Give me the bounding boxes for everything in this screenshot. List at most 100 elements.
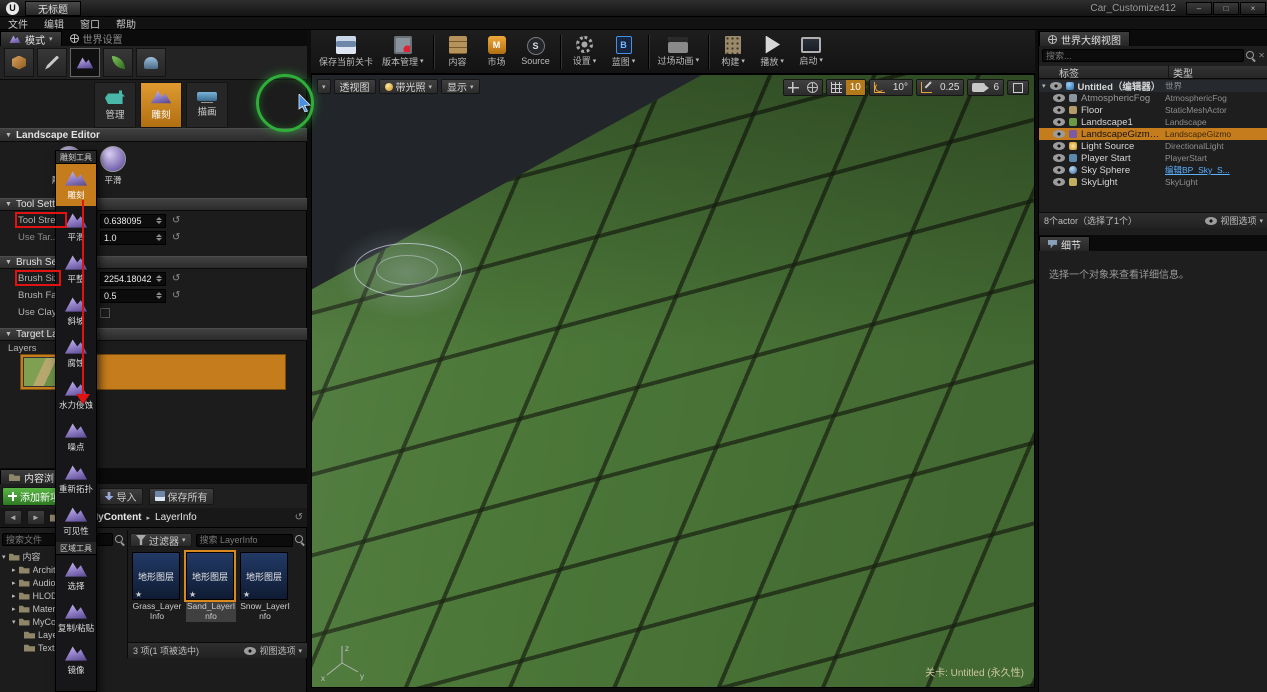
launch-button[interactable]: 启动 ▾ <box>796 36 826 67</box>
settings-button[interactable]: 设置 ▾ <box>570 36 600 67</box>
show-flags-button[interactable]: 显示 ▾ <box>441 79 480 94</box>
world-local-toggle[interactable] <box>802 80 822 95</box>
menu-edit[interactable]: 编辑 <box>36 16 72 31</box>
mode-place-button[interactable] <box>4 48 34 77</box>
landscape-ground[interactable] <box>312 75 1034 687</box>
brush-settings-header[interactable]: ▼ Brush Settings <box>0 256 307 269</box>
brush-size-input[interactable]: 2254.18042 <box>100 271 166 286</box>
visibility-eye-icon[interactable] <box>1049 82 1062 90</box>
minimize-button[interactable]: – <box>1186 1 1212 15</box>
back-button[interactable]: ◄ <box>4 510 22 525</box>
landscape-editor-header[interactable]: ▼ Landscape Editor <box>0 128 307 142</box>
visibility-eye-icon[interactable] <box>1053 106 1065 114</box>
tool-settings-header[interactable]: ▼ Tool Settings <box>0 198 307 211</box>
mode-foliage-button[interactable] <box>103 48 133 77</box>
visibility-eye-icon[interactable] <box>1053 130 1065 138</box>
breadcrumb-root[interactable]: MyContent <box>90 512 142 523</box>
visibility-eye-icon[interactable] <box>1053 166 1065 174</box>
asset-snow-layerinfo[interactable]: 地形图层 ★ Snow_LayerInfo <box>240 552 290 622</box>
tool-item-retopologize[interactable]: 重新拓扑 <box>56 458 96 500</box>
visibility-eye-icon[interactable] <box>1053 118 1065 126</box>
outliner-row[interactable]: Player Start PlayerStart <box>1039 152 1267 164</box>
expander-icon[interactable]: ▸ <box>12 566 16 574</box>
outliner-row[interactable]: Landscape1 Landscape <box>1039 116 1267 128</box>
menu-file[interactable]: 文件 <box>0 16 36 31</box>
expander-icon[interactable]: ▸ <box>12 605 16 613</box>
target-layers-header[interactable]: ▼ Target Layers <box>0 328 307 341</box>
landscape-paint-button[interactable]: 描画 <box>186 82 228 128</box>
mode-landscape-button[interactable] <box>70 48 100 77</box>
level-viewport[interactable]: ▾ 透视图 带光照 ▾ 显示 ▾ 10 10° 0.25 6 z x y 关卡:… <box>311 74 1035 688</box>
expander-icon[interactable]: ▸ <box>12 592 16 600</box>
save-level-button[interactable]: 保存当前关卡 <box>319 35 373 68</box>
forward-button[interactable]: ► <box>26 510 45 525</box>
scale-snap-toggle[interactable] <box>916 80 936 95</box>
reset-to-default-icon[interactable]: ↺ <box>172 273 180 284</box>
reset-to-default-icon[interactable]: ↺ <box>172 290 180 301</box>
tab-world-outliner[interactable]: 世界大纲视图 <box>1039 31 1130 47</box>
blueprints-button[interactable]: B 蓝图 ▾ <box>609 35 639 68</box>
save-all-button[interactable]: 保存所有 <box>148 487 214 505</box>
reset-to-default-icon[interactable]: ↺ <box>172 232 180 243</box>
path-options-icon[interactable]: ↺ <box>295 512 303 523</box>
expander-icon[interactable]: ▾ <box>1042 82 1046 90</box>
content-view-options-button[interactable]: 视图选项 ▾ <box>244 644 302 657</box>
asset-grass-layerinfo[interactable]: 地形图层 ★ Grass_LayerInfo <box>132 552 182 622</box>
asset-search-input[interactable] <box>195 533 293 547</box>
tab-world-settings[interactable]: 世界设置 <box>62 31 131 46</box>
outliner-row-world[interactable]: ▾ Untitled（编辑器） 世界 <box>1039 80 1267 93</box>
tool-item-ramp[interactable]: 斜坡 <box>56 290 96 332</box>
tool-strength-input[interactable]: 0.638095 <box>100 213 166 228</box>
close-button[interactable]: × <box>1240 1 1266 15</box>
outliner-row-selected[interactable]: LandscapeGizmoActiveActor LandscapeGizmo <box>1039 128 1267 140</box>
actor-type-edit-link[interactable]: 编辑BP_Sky_S... <box>1165 164 1265 176</box>
outliner-row[interactable]: Light Source DirectionalLight <box>1039 140 1267 152</box>
viewport-options-button[interactable]: ▾ <box>317 79 331 94</box>
smooth-tool-button[interactable]: 平滑 <box>100 146 126 186</box>
rotation-snap-toggle[interactable] <box>869 80 889 95</box>
visibility-eye-icon[interactable] <box>1053 154 1065 162</box>
use-clay-checkbox[interactable] <box>100 307 110 318</box>
move-tool-button[interactable] <box>783 80 803 95</box>
clear-search-icon[interactable]: ✕ <box>1258 51 1265 60</box>
rotation-snap-value[interactable]: 10° <box>888 80 912 95</box>
marketplace-button[interactable]: M 市场 <box>482 35 512 68</box>
play-button[interactable]: 播放 ▾ <box>757 35 787 68</box>
outliner-row[interactable]: Sky Sphere 编辑BP_Sky_S... <box>1039 164 1267 176</box>
tool-item-mirror[interactable]: 镜像 <box>56 639 96 681</box>
content-button[interactable]: 内容 <box>443 35 473 68</box>
tool-item-erosion[interactable]: 腐蚀 <box>56 332 96 374</box>
spinner-arrows-icon[interactable] <box>153 217 162 224</box>
outliner-view-options-button[interactable]: 视图选项 ▾ <box>1205 214 1263 227</box>
target-value-input[interactable]: 1.0 <box>100 230 166 245</box>
grid-snap-toggle[interactable] <box>826 80 846 95</box>
scale-snap-value[interactable]: 0.25 <box>935 80 964 95</box>
breadcrumb-current[interactable]: LayerInfo <box>155 512 197 523</box>
mode-geometry-button[interactable] <box>136 48 166 77</box>
import-button[interactable]: 导入 <box>98 487 143 505</box>
outliner-row[interactable]: Floor StaticMeshActor <box>1039 104 1267 116</box>
landscape-manage-button[interactable]: 管理 <box>94 82 136 128</box>
outliner-search-input[interactable] <box>1042 49 1245 62</box>
source-button[interactable]: S Source <box>521 37 551 66</box>
grid-snap-value[interactable]: 10 <box>845 80 865 95</box>
landscape-sculpt-button[interactable]: 雕刻 <box>140 82 182 128</box>
reset-to-default-icon[interactable]: ↺ <box>172 215 180 226</box>
cinematics-button[interactable]: 过场动画 ▾ <box>658 36 699 67</box>
asset-sand-layerinfo-selected[interactable]: 地形图层 ★ Sand_LayerInfo <box>184 550 236 622</box>
outliner-column-header[interactable]: 标签 类型 <box>1039 64 1267 80</box>
spinner-arrows-icon[interactable] <box>153 234 162 241</box>
visibility-eye-icon[interactable] <box>1053 178 1065 186</box>
expander-icon[interactable]: ▸ <box>12 579 16 587</box>
maximize-viewport-button[interactable] <box>1007 80 1029 95</box>
spinner-arrows-icon[interactable] <box>153 275 162 282</box>
source-control-button[interactable]: 版本管理 ▾ <box>382 35 424 68</box>
visibility-eye-icon[interactable] <box>1053 94 1065 102</box>
camera-speed-value[interactable]: 6 <box>989 80 1003 95</box>
menu-help[interactable]: 帮助 <box>108 16 144 31</box>
tool-item-noise[interactable]: 噪点 <box>56 416 96 458</box>
outliner-row[interactable]: SkyLight SkyLight <box>1039 176 1267 188</box>
mode-paint-button[interactable] <box>37 48 67 77</box>
brush-falloff-input[interactable]: 0.5 <box>100 288 166 303</box>
expander-icon[interactable]: ▾ <box>2 553 6 561</box>
